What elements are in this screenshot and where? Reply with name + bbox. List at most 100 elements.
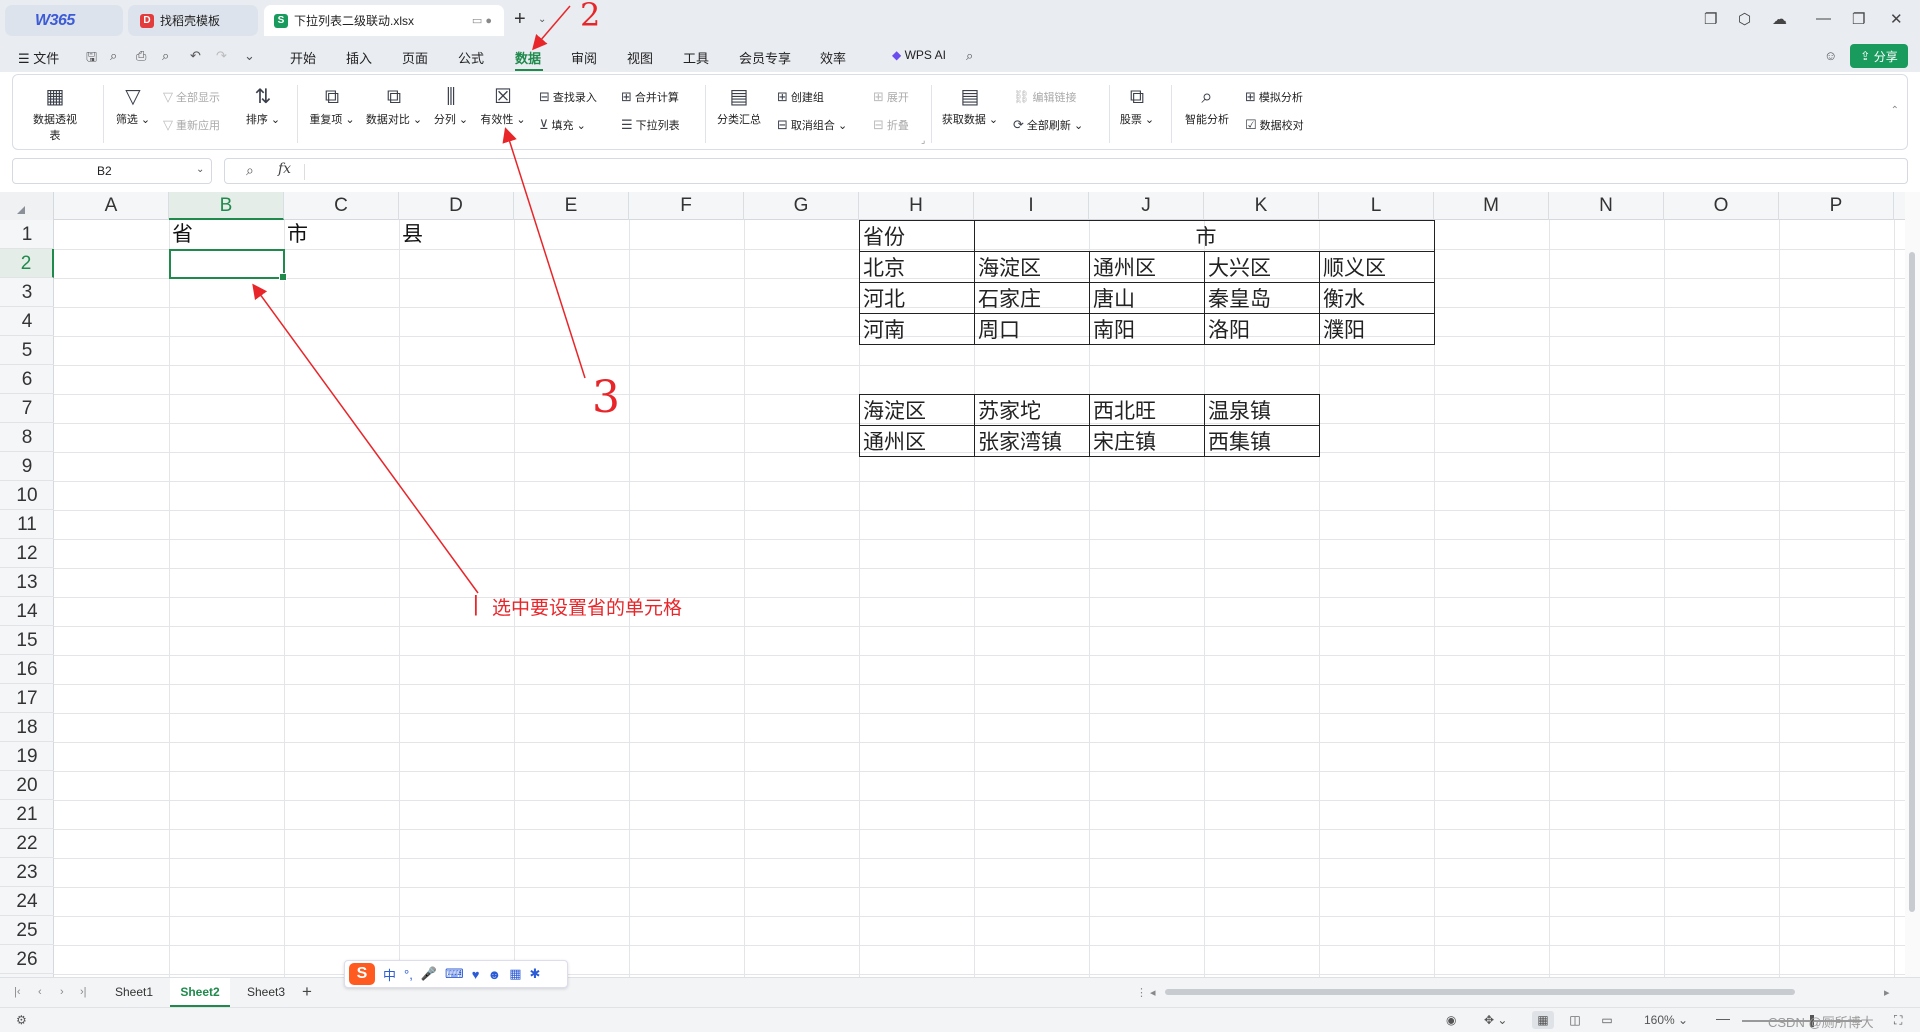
- name-box[interactable]: B2: [12, 158, 212, 184]
- column-header-p[interactable]: P: [1779, 192, 1894, 220]
- cell-i7[interactable]: 苏家坨: [974, 394, 1090, 426]
- ungroup-button[interactable]: ⊟ 取消组合 ⌄: [777, 117, 847, 133]
- row-header-2[interactable]: 2: [0, 249, 54, 278]
- row-header-22[interactable]: 22: [0, 829, 54, 858]
- dialog-launcher-icon[interactable]: ⌟: [921, 135, 925, 146]
- row-header-7[interactable]: 7: [0, 394, 54, 423]
- select-all-corner[interactable]: [0, 192, 54, 220]
- dropdown-list-button[interactable]: ☰ 下拉列表: [621, 117, 680, 133]
- split-column-button[interactable]: ⫼ 分列 ⌄: [431, 83, 471, 127]
- cell-b1[interactable]: 省: [169, 220, 193, 249]
- filter-button[interactable]: ▽ 筛选 ⌄: [113, 83, 153, 127]
- cell-j2[interactable]: 通州区: [1089, 251, 1205, 283]
- row-header-13[interactable]: 13: [0, 568, 54, 597]
- first-sheet-icon[interactable]: |‹: [14, 986, 21, 998]
- cell-area[interactable]: 省 市 县 省份 市 北京 海淀区 通州区 大兴区 顺义区 河北 石家庄 唐山 …: [54, 220, 1905, 977]
- cell-c1[interactable]: 市: [284, 220, 308, 249]
- close-button[interactable]: ✕: [1890, 10, 1903, 28]
- wps-ai-button[interactable]: ◆ WPS AI: [892, 48, 946, 62]
- menu-file[interactable]: ☰ 文件: [18, 48, 59, 67]
- lookup-entry-button[interactable]: ⊟ 查找录入: [539, 89, 597, 105]
- menu-formula[interactable]: 公式: [458, 48, 484, 67]
- column-header-h[interactable]: H: [859, 192, 974, 220]
- row-header-9[interactable]: 9: [0, 452, 54, 481]
- fullscreen-icon[interactable]: ⛶: [1894, 1013, 1902, 1028]
- row-header-11[interactable]: 11: [0, 510, 54, 539]
- row-header-25[interactable]: 25: [0, 916, 54, 945]
- stocks-button[interactable]: ⧉ 股票 ⌄: [1117, 83, 1157, 127]
- microphone-icon[interactable]: 🎤: [421, 966, 437, 982]
- macro-icon[interactable]: ⚙: [16, 1013, 27, 1027]
- page-break-view-icon[interactable]: ▭: [1596, 1011, 1618, 1029]
- column-header-f[interactable]: F: [629, 192, 744, 220]
- menu-data[interactable]: 数据: [515, 48, 541, 67]
- page-layout-view-icon[interactable]: ◫: [1564, 1011, 1586, 1029]
- row-header-24[interactable]: 24: [0, 887, 54, 916]
- ime-lang-label[interactable]: 中: [383, 965, 396, 984]
- fx-icon[interactable]: fx: [278, 161, 291, 177]
- row-header-19[interactable]: 19: [0, 742, 54, 771]
- ribbon-collapse-icon[interactable]: ⌃: [1891, 105, 1899, 116]
- duplicates-button[interactable]: ⧉ 重复项 ⌄: [307, 83, 357, 127]
- cell-k2[interactable]: 大兴区: [1204, 251, 1320, 283]
- scroll-right-icon[interactable]: ▸: [1884, 986, 1890, 999]
- create-group-button[interactable]: ⊞ 创建组: [777, 89, 824, 105]
- cell-h2[interactable]: 北京: [859, 251, 975, 283]
- consolidate-button[interactable]: ⊞ 合并计算: [621, 89, 679, 105]
- column-header-a[interactable]: A: [54, 192, 169, 220]
- row-header-21[interactable]: 21: [0, 800, 54, 829]
- sheet-tab-1[interactable]: Sheet1: [104, 978, 164, 1007]
- row-header-18[interactable]: 18: [0, 713, 54, 742]
- horizontal-scroll-thumb[interactable]: [1165, 989, 1795, 995]
- cell-h1[interactable]: 省份: [859, 220, 975, 252]
- data-verify-button[interactable]: ☑ 数据校对: [1245, 117, 1304, 133]
- cell-k8[interactable]: 西集镇: [1204, 425, 1320, 457]
- show-all-button[interactable]: ▽ 全部显示: [163, 89, 220, 105]
- sheet-tab-2[interactable]: Sheet2: [170, 978, 230, 1007]
- selected-cell-b2[interactable]: [169, 249, 287, 281]
- apps-grid-icon[interactable]: ▦: [509, 966, 521, 982]
- chat-icon[interactable]: ☺: [1824, 48, 1837, 63]
- menu-efficiency[interactable]: 效率: [820, 48, 846, 67]
- cell-i3[interactable]: 石家庄: [974, 282, 1090, 314]
- row-header-5[interactable]: 5: [0, 336, 54, 365]
- name-box-chevron-icon[interactable]: ⌄: [196, 164, 204, 175]
- tab-home[interactable]: W365: [5, 5, 123, 36]
- menu-page[interactable]: 页面: [402, 48, 428, 67]
- add-sheet-button[interactable]: +: [302, 982, 312, 1002]
- next-sheet-icon[interactable]: ›: [60, 986, 64, 998]
- smart-analysis-button[interactable]: ⌕ 智能分析: [1179, 83, 1235, 127]
- row-header-12[interactable]: 12: [0, 539, 54, 568]
- cell-j7[interactable]: 西北旺: [1089, 394, 1205, 426]
- view-mode-icon[interactable]: ✥ ⌄: [1484, 1013, 1507, 1027]
- refresh-all-button[interactable]: ⟳ 全部刷新 ⌄: [1013, 117, 1083, 133]
- minimize-button[interactable]: —: [1816, 10, 1831, 27]
- cell-l2[interactable]: 顺义区: [1319, 251, 1435, 283]
- menu-tools[interactable]: 工具: [683, 48, 709, 67]
- cell-d1[interactable]: 县: [399, 220, 423, 249]
- column-header-o[interactable]: O: [1664, 192, 1779, 220]
- redo-icon[interactable]: ↷: [216, 48, 227, 64]
- cell-i8[interactable]: 张家湾镇: [974, 425, 1090, 457]
- column-header-i[interactable]: I: [974, 192, 1089, 220]
- menu-insert[interactable]: 插入: [346, 48, 372, 67]
- tab-menu-chevron-icon[interactable]: ⌄: [538, 14, 546, 25]
- column-header-g[interactable]: G: [744, 192, 859, 220]
- gamepad-icon[interactable]: ☻: [488, 967, 502, 982]
- collapse-button[interactable]: ⊟ 折叠: [873, 117, 909, 133]
- quick-access-chevron-icon[interactable]: ⌄: [244, 48, 255, 64]
- pivot-table-button[interactable]: ▦ 数据透视表: [29, 83, 81, 143]
- cell-l3[interactable]: 衡水: [1319, 282, 1435, 314]
- cell-i4[interactable]: 周口: [974, 313, 1090, 345]
- share-button[interactable]: ⇪ 分享: [1850, 44, 1908, 68]
- row-header-20[interactable]: 20: [0, 771, 54, 800]
- export-icon[interactable]: ⌕: [110, 48, 117, 64]
- row-header-17[interactable]: 17: [0, 684, 54, 713]
- sheet-tab-3[interactable]: Sheet3: [236, 978, 296, 1007]
- cube-icon[interactable]: ⬡: [1738, 10, 1751, 28]
- maximize-button[interactable]: ❐: [1852, 10, 1865, 28]
- expand-button[interactable]: ⊞ 展开: [873, 89, 909, 105]
- menu-view[interactable]: 视图: [627, 48, 653, 67]
- row-header-6[interactable]: 6: [0, 365, 54, 394]
- last-sheet-icon[interactable]: ›|: [80, 986, 87, 998]
